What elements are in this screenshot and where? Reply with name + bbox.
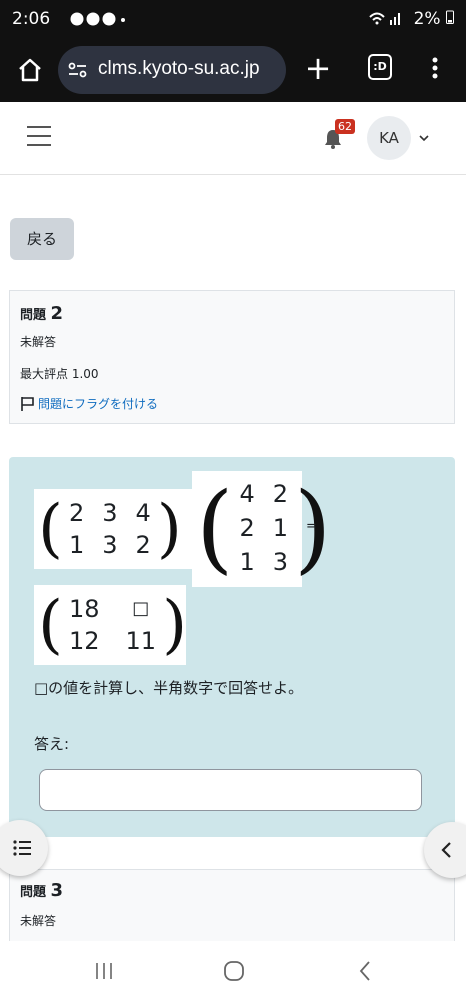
battery-icon [446,10,454,24]
matrix-a: ( 2 3 4 1 3 2 ) [34,489,192,569]
question-label: 問題 [20,308,47,323]
status-time: 2:06 [12,9,51,29]
question-prompt: □の値を計算し、半角数字で回答せよ。 [34,679,304,697]
question-number-value: 2 [50,303,64,324]
back-nav-icon[interactable] [358,960,372,982]
matrix-cell: 2 [68,499,85,527]
new-tab-button[interactable]: + [298,48,338,88]
matrix-cell: 3 [272,548,289,576]
question-content: ( 2 3 4 1 3 2 ) ( 4 2 2 1 1 3 ) = (18 □… [9,457,455,837]
tab-switcher-button[interactable]: :D [368,54,392,80]
matrix-cell: 1 [272,514,289,542]
chevron-down-icon[interactable] [418,132,430,144]
back-button[interactable]: 戻る [10,218,74,260]
chevron-left-icon [441,842,451,858]
question-info: 問題 2 未解答 最大評点 1.00 問題にフラグを付ける [9,290,455,424]
question-state: 未解答 [20,914,57,928]
matrix-result-cells: 18 □ 12 11 [63,595,162,655]
more-vert-icon [432,57,438,79]
question-state: 未解答 [20,335,57,349]
equals-sign: = [306,519,317,534]
user-avatar[interactable]: KA [367,116,411,160]
url-text: clms.kyoto-su.ac.jp [98,58,260,79]
matrix-cell: 12 [68,627,100,655]
matrix-cell: 4 [135,499,151,527]
site-header: 62 KA [0,102,466,175]
home-icon [19,58,41,82]
question-number-value: 3 [50,880,64,901]
recent-apps-icon[interactable] [94,961,114,981]
wifi-signal-icon [369,12,401,25]
matrix-a-cells: 2 3 4 1 3 2 [63,499,157,559]
matrix-cell: 3 [102,531,118,559]
flag-icon [21,396,34,411]
matrix-b-cells: 4 2 2 1 1 3 [233,480,294,576]
browser-menu-button[interactable] [425,54,445,84]
flag-question-link[interactable]: 問題にフラグを付ける [20,395,158,412]
question-number: 問題 3 [20,880,63,901]
flag-question-label: 問題にフラグを付ける [38,397,159,411]
matrix-cell: 11 [125,627,157,655]
nav-menu-icon[interactable] [27,126,51,146]
notification-badge: 62 [335,119,355,134]
answer-input[interactable] [39,769,422,811]
matrix-cell: 4 [239,480,255,508]
question-info-next: 問題 3 未解答 [9,869,455,949]
matrix-cell: 1 [239,548,255,576]
question-label: 問題 [20,885,47,900]
matrix-cell: 3 [102,499,118,527]
course-index-button[interactable] [0,820,48,876]
site-settings-icon[interactable] [66,58,90,82]
home-button[interactable] [12,52,48,88]
matrix-cell: 18 [68,595,100,623]
address-bar[interactable]: clms.kyoto-su.ac.jp [58,46,286,94]
list-icon [13,840,31,856]
notification-icons [70,11,130,30]
matrix-cell: □ [132,598,150,619]
matrix-cell: 1 [68,531,85,559]
matrix-b: ( 4 2 2 1 1 3 ) [192,471,331,587]
battery-percent: 2% [413,9,441,29]
line-app-icon [70,12,125,26]
matrix-cell: 2 [239,514,255,542]
question-number: 問題 2 [20,303,63,324]
answer-label: 答え: [34,735,70,753]
matrix-result: ( 18 □ 12 11 ) [34,585,187,665]
home-nav-icon[interactable] [223,960,245,982]
battery-status: 2% [368,9,454,29]
matrix-cell: 2 [135,531,151,559]
browser-toolbar: clms.kyoto-su.ac.jp + :D [0,38,466,102]
matrix-cell: 2 [272,480,289,508]
status-bar: 2:06 2% [0,0,466,38]
system-nav-bar [0,941,466,999]
question-max-grade: 最大評点 1.00 [20,367,99,381]
